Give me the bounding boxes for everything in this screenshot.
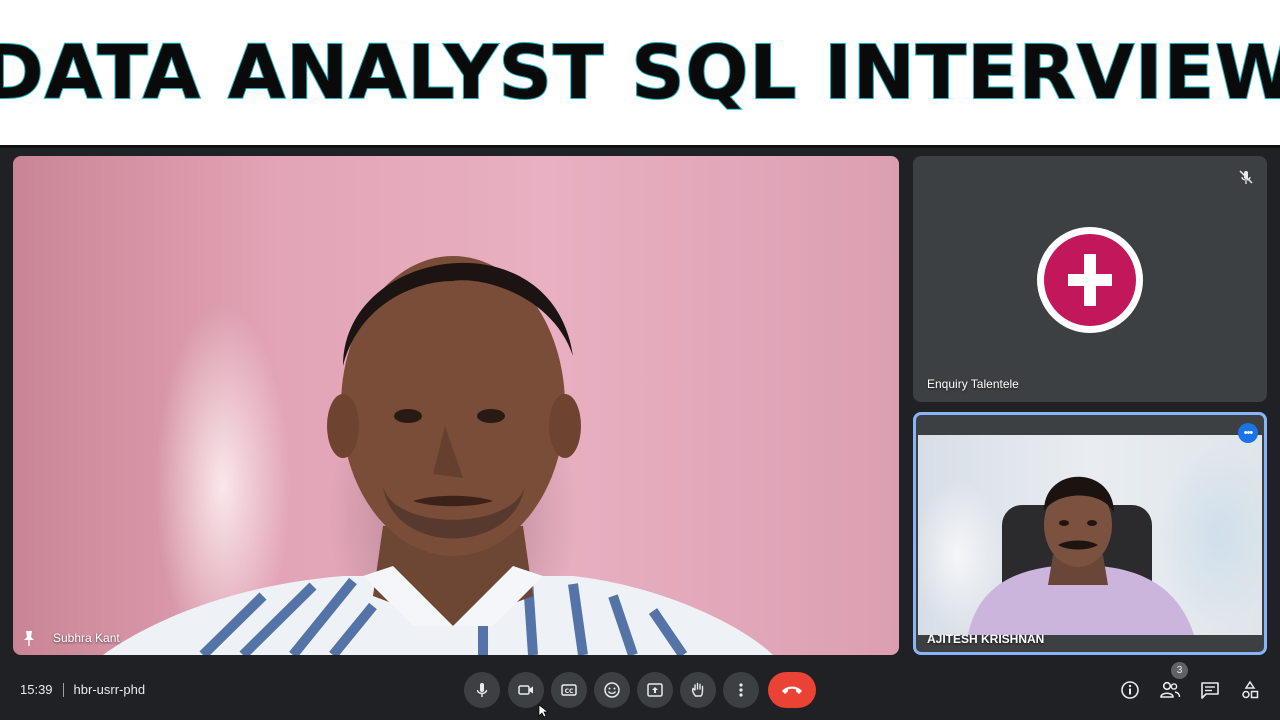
mic-off-icon [1239, 170, 1253, 184]
meeting-code[interactable]: hbr-usrr-phd [74, 682, 146, 697]
end-call-button[interactable] [768, 672, 816, 708]
participant-video-ajitesh [918, 435, 1262, 635]
info-icon [1121, 681, 1139, 699]
activities-button[interactable] [1238, 678, 1262, 702]
participant-figure [968, 476, 1194, 635]
more-options-button[interactable] [723, 672, 759, 708]
emoji-icon [604, 682, 620, 698]
captions-icon: CC [561, 684, 577, 696]
more-options-icon [739, 683, 743, 697]
main-participant-name: Subhra Kant [53, 631, 120, 645]
end-call-icon [782, 686, 802, 694]
captions-button[interactable]: CC [551, 672, 587, 708]
meeting-details-button[interactable] [1118, 678, 1142, 702]
mouse-cursor [538, 704, 548, 718]
people-button[interactable] [1158, 678, 1182, 702]
title-banner: DATA ANALYST SQL INTERVIEW [0, 0, 1280, 148]
microphone-icon [476, 683, 488, 697]
present-icon [647, 683, 663, 697]
microphone-button[interactable] [464, 672, 500, 708]
banner-title: DATA ANALYST SQL INTERVIEW [0, 29, 1280, 117]
camera-button[interactable] [508, 672, 544, 708]
meeting-info-divider [62, 682, 64, 697]
pin-icon[interactable] [22, 630, 36, 646]
svg-text:CC: CC [565, 688, 574, 695]
participant-name-enquiry: Enquiry Talentele [927, 377, 1019, 391]
emoji-button[interactable] [594, 672, 630, 708]
chat-button[interactable] [1198, 678, 1222, 702]
people-icon [1160, 681, 1181, 698]
camera-icon [518, 685, 533, 695]
main-participant-video [103, 256, 773, 655]
participant-name-ajitesh: AJITESH KRISHNAN [927, 632, 1045, 646]
raise-hand-icon [691, 682, 704, 697]
tile-more-options-icon[interactable]: ••• [1238, 423, 1258, 443]
main-video-tile[interactable]: Subhra Kant [13, 156, 899, 655]
raise-hand-button[interactable] [680, 672, 716, 708]
participant-tile-ajitesh[interactable]: ••• AJITESH KRISHNAN [913, 412, 1267, 655]
meeting-time: 15:39 [20, 682, 53, 697]
activities-icon [1242, 680, 1259, 699]
talentele-logo [1037, 227, 1143, 333]
present-button[interactable] [637, 672, 673, 708]
talentele-logo-mark [1044, 234, 1136, 326]
chat-icon [1201, 682, 1219, 699]
meeting-info: 15:39 hbr-usrr-phd [20, 682, 145, 697]
people-count-badge: 3 [1171, 662, 1188, 679]
